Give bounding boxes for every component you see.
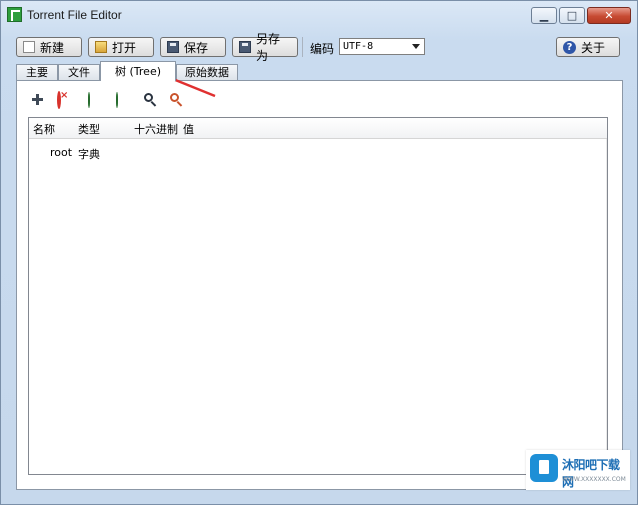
close-icon: ✕ [604, 9, 614, 22]
tree-tab-panel: 名称 类型 十六进制 值 root 字典 [16, 80, 623, 490]
app-window: Torrent File Editor ▁ □ ✕ 新建 打开 保存 另存为 编… [0, 0, 638, 505]
tab-tree-label: 树 (Tree) [115, 65, 161, 78]
tree-toolbar [31, 91, 183, 111]
tree-node-type: 字典 [78, 148, 100, 161]
encoding-value: UTF-8 [343, 41, 374, 52]
open-button[interactable]: 打开 [88, 37, 154, 57]
save-as-button[interactable]: 另存为 [232, 32, 298, 63]
app-icon [7, 7, 22, 22]
tree-header: 名称 类型 十六进制 值 [29, 118, 607, 139]
tree-divider [606, 139, 607, 474]
save-as-icon [239, 41, 251, 53]
tab-files[interactable]: 文件 [58, 64, 100, 80]
tab-main[interactable]: 主要 [16, 64, 58, 80]
tab-files-label: 文件 [68, 66, 90, 79]
tab-main-label: 主要 [26, 66, 48, 79]
column-header-name[interactable]: 名称 [33, 121, 55, 137]
add-icon[interactable] [31, 93, 45, 107]
encoding-select[interactable]: UTF-8 [339, 38, 425, 55]
move-down-icon[interactable] [116, 92, 126, 108]
help-icon: ? [563, 40, 576, 54]
watermark-text: 沐阳吧下载网 [562, 458, 620, 489]
tab-raw-data[interactable]: 原始数据 [176, 64, 238, 80]
maximize-icon: □ [566, 9, 578, 22]
toolbar-separator [302, 37, 303, 57]
move-up-icon[interactable] [88, 92, 98, 108]
remove-icon[interactable] [57, 91, 61, 109]
chevron-down-icon [412, 44, 420, 49]
window-controls: ▁ □ ✕ [529, 7, 631, 24]
main-toolbar: 新建 打开 保存 另存为 编码 UTF-8 ? 关于 [16, 32, 622, 63]
column-header-value[interactable]: 值 [183, 121, 194, 137]
column-header-hex[interactable]: 十六进制 [134, 121, 178, 137]
encoding-label: 编码 [310, 42, 335, 56]
save-icon [167, 41, 179, 53]
folder-open-icon [95, 41, 107, 53]
tree-node-name: root [50, 146, 73, 159]
minimize-button[interactable]: ▁ [531, 7, 557, 24]
minimize-icon: ▁ [539, 9, 549, 22]
new-file-icon [23, 41, 35, 53]
save-button[interactable]: 保存 [160, 37, 226, 57]
watermark: 沐阳吧下载网 WWW.XXXXXXX.COM [526, 450, 630, 490]
about-button[interactable]: ? 关于 [556, 37, 620, 57]
watermark-logo [530, 454, 558, 482]
tab-tree[interactable]: 树 (Tree) [100, 61, 176, 81]
tree-view[interactable]: 名称 类型 十六进制 值 root 字典 [28, 117, 608, 475]
tab-raw-data-label: 原始数据 [185, 66, 229, 79]
window-title: Torrent File Editor [27, 8, 122, 22]
title-bar[interactable]: Torrent File Editor ▁ □ ✕ [1, 1, 637, 29]
column-header-type[interactable]: 类型 [78, 121, 100, 137]
watermark-url: WWW.XXXXXXX.COM [562, 476, 626, 483]
open-button-label: 打开 [112, 40, 137, 55]
save-button-label: 保存 [184, 40, 209, 55]
close-button[interactable]: ✕ [587, 7, 631, 24]
about-button-label: 关于 [581, 40, 606, 55]
new-button[interactable]: 新建 [16, 37, 82, 57]
new-button-label: 新建 [40, 40, 65, 55]
save-as-button-label: 另存为 [256, 32, 281, 63]
maximize-button[interactable]: □ [559, 7, 585, 24]
